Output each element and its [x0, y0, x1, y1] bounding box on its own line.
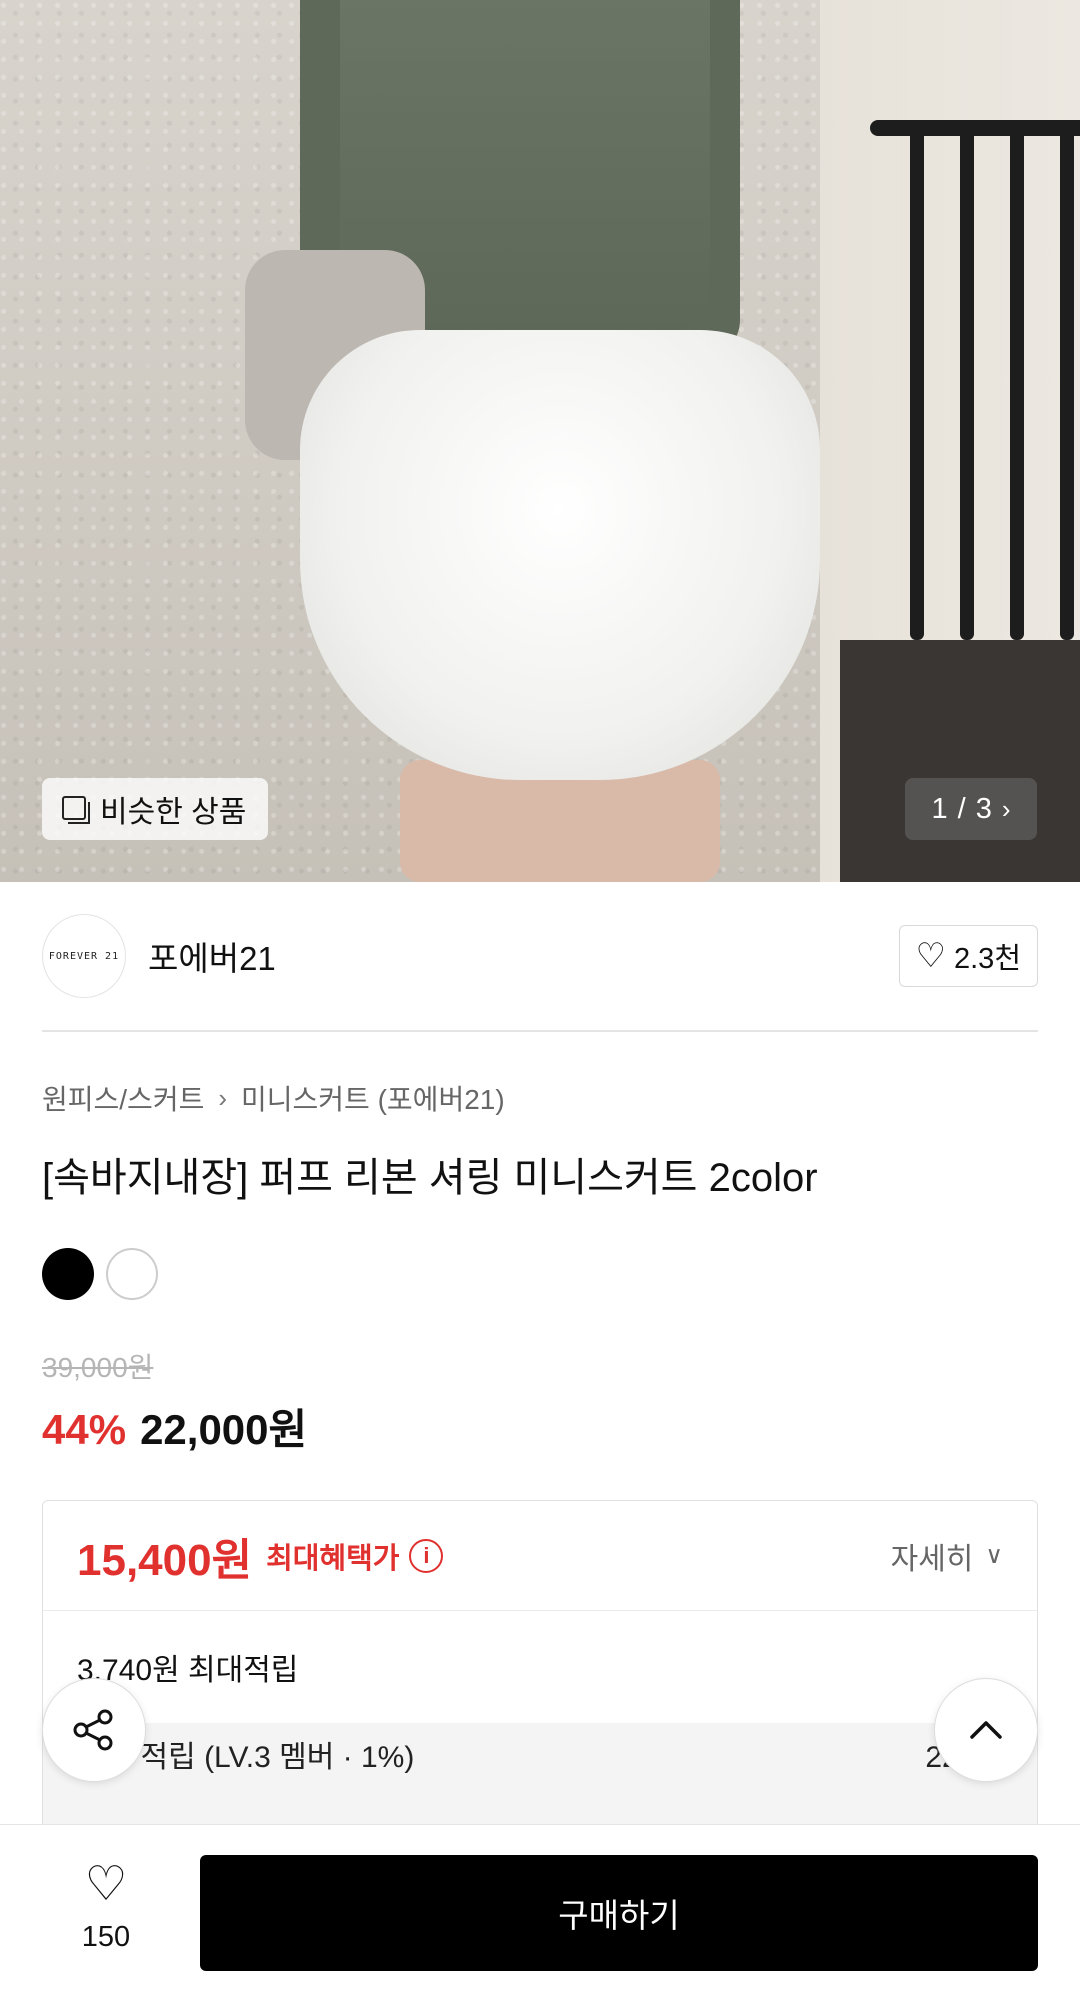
grade-points-row: 등급 적립 (LV.3 멤버 · 1%) 220원	[77, 1723, 1003, 1785]
similar-products-label: 비슷한 상품	[100, 796, 247, 829]
brand-logo[interactable]: FOREVER 21	[42, 914, 126, 998]
discount-rate: 44%	[42, 1406, 127, 1453]
price-row: 44% 22,000원	[42, 1396, 307, 1457]
product-title: [속바지내장] 퍼프 리본 셔링 미니스커트 2color	[42, 1156, 818, 1200]
divider	[42, 1030, 1038, 1032]
image-skirt	[300, 330, 820, 780]
wishlist-count: 150	[81, 1921, 131, 1953]
brand-row: FOREVER 21 포에버21 ♡ 2.3천	[42, 912, 1038, 1000]
brand-like-button[interactable]: ♡ 2.3천	[898, 925, 1038, 987]
max-benefit-price: 15,400원	[77, 1535, 253, 1585]
chevron-up-icon	[970, 1721, 1002, 1739]
color-swatch-white[interactable]	[106, 1248, 158, 1300]
similar-products-button[interactable]: 비슷한 상품	[42, 778, 269, 840]
breadcrumb: 원피스/스커트 › 미니스커트 (포에버21)	[42, 1078, 505, 1118]
chevron-right-icon: ›	[218, 1082, 228, 1113]
heart-outline-icon: ♡	[915, 937, 946, 975]
chevron-right-icon: ›	[1001, 793, 1011, 824]
similar-items-icon	[62, 796, 90, 824]
brand-like-count: 2.3천	[954, 943, 1021, 975]
buy-button[interactable]: 구매하기	[200, 1855, 1038, 1971]
wishlist-button[interactable]: ♡ 150	[66, 1861, 146, 1954]
image-pager[interactable]: 1 / 3 ›	[905, 778, 1037, 840]
product-image[interactable]: 비슷한 상품 1 / 3 ›	[0, 0, 1080, 882]
pager-total: 3	[975, 792, 992, 825]
breadcrumb-subcategory[interactable]: 미니스커트 (포에버21)	[241, 1078, 505, 1118]
share-button[interactable]	[42, 1678, 146, 1782]
color-swatch-black[interactable]	[42, 1248, 94, 1300]
max-benefit-label: 최대혜택가	[266, 1542, 400, 1575]
color-swatches	[42, 1248, 158, 1300]
max-points: 3,740원 최대적립	[77, 1654, 299, 1687]
info-icon[interactable]: i	[409, 1538, 444, 1573]
heart-outline-icon: ♡	[84, 1858, 128, 1911]
benefit-box: 15,400원 최대혜택가 i 자세히 ∨ 3,740원 최대적립 등급 적립 …	[42, 1500, 1038, 1830]
brand-logo-text: FOREVER 21	[48, 950, 120, 962]
chevron-down-icon: ∨	[985, 1542, 1003, 1569]
original-price: 39,000원	[42, 1352, 154, 1383]
sale-price: 22,000원	[140, 1406, 308, 1453]
bottom-bar: ♡ 150 구매하기	[0, 1824, 1080, 2003]
share-icon	[73, 1709, 113, 1751]
buy-button-label: 구매하기	[558, 1897, 680, 1934]
pager-separator: /	[957, 792, 966, 825]
pager-current: 1	[931, 792, 948, 825]
benefit-detail-label: 자세히	[890, 1542, 974, 1576]
grade-points-section: 등급 적립 (LV.3 멤버 · 1%) 220원	[43, 1723, 1037, 1829]
scroll-top-button[interactable]	[934, 1678, 1038, 1782]
benefit-header[interactable]: 15,400원 최대혜택가 i 자세히 ∨	[43, 1501, 1037, 1611]
image-step	[840, 640, 1080, 882]
benefit-detail-toggle[interactable]: 자세히 ∨	[891, 1534, 1003, 1578]
breadcrumb-category[interactable]: 원피스/스커트	[42, 1078, 204, 1118]
image-railing	[870, 120, 1080, 640]
brand-name[interactable]: 포에버21	[148, 932, 276, 980]
